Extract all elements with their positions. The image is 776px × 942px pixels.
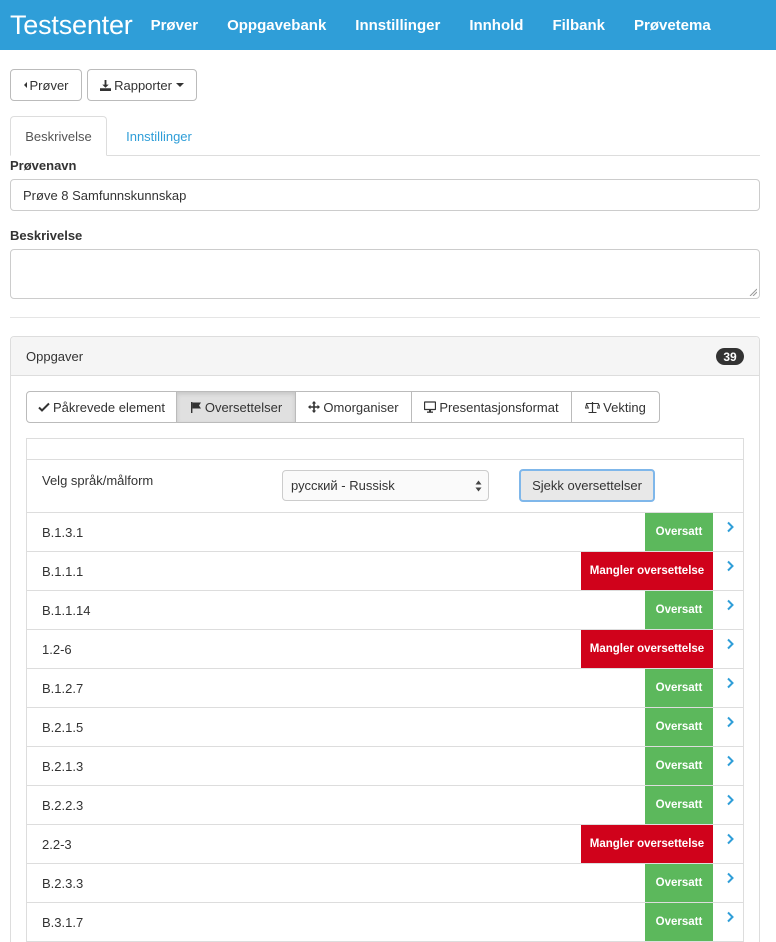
name-label: Prøvenavn: [10, 158, 77, 173]
table-row: B.2.2.3 Oversatt: [27, 786, 743, 825]
chevron-right-icon[interactable]: [725, 755, 735, 767]
status-badge-missing: Mangler oversettelse: [581, 825, 713, 863]
task-id: B.1.3.1: [42, 525, 84, 540]
nav-link-oppgavebank[interactable]: Oppgavebank: [227, 17, 326, 34]
chevron-right-icon[interactable]: [725, 599, 735, 611]
caret-left-icon: [23, 82, 27, 88]
table-row: 2.2-3 Mangler oversettelse: [27, 825, 743, 864]
caret-down-icon: [175, 83, 184, 87]
reorganize-button[interactable]: Omorganiser: [295, 391, 412, 423]
task-id: B.2.2.3: [42, 798, 84, 813]
status-badge-translated: Oversatt: [645, 513, 713, 551]
nav-link-innstillinger[interactable]: Innstillinger: [355, 17, 440, 34]
checkmark-icon: [38, 402, 50, 412]
status-badge-translated: Oversatt: [645, 747, 713, 785]
tab-beskrivelse[interactable]: Beskrivelse: [10, 116, 107, 156]
nav-link-prover[interactable]: Prøver: [151, 17, 199, 34]
scale-icon: [585, 402, 601, 413]
reports-button-label: Rapporter: [114, 77, 172, 93]
status-badge-translated: Oversatt: [645, 708, 713, 746]
reorganize-label: Omorganiser: [323, 399, 399, 415]
chevron-right-icon[interactable]: [725, 911, 735, 923]
required-elements-button[interactable]: Påkrevede element: [26, 391, 177, 423]
table-row: B.2.1.3 Oversatt: [27, 747, 743, 786]
navbar: Testsenter Prøver Oppgavebank Innstillin…: [0, 0, 776, 50]
tasks-panel-header: Oppgaver 39: [11, 337, 759, 376]
nav-links: Prøver Oppgavebank Innstillinger Innhold…: [151, 17, 740, 34]
nav-link-innhold[interactable]: Innhold: [469, 17, 523, 34]
table-header-row: [27, 439, 743, 460]
translations-table: Velg språk/målform русский - Russisk Sje…: [26, 438, 744, 942]
status-badge-translated: Oversatt: [645, 591, 713, 629]
task-id: B.1.1.1: [42, 564, 84, 579]
translations-button[interactable]: Oversettelser: [176, 391, 296, 423]
chevron-right-icon[interactable]: [725, 521, 735, 533]
table-row: B.1.1.14 Oversatt: [27, 591, 743, 630]
reports-dropdown-button[interactable]: Rapporter: [87, 69, 197, 101]
nav-link-filbank[interactable]: Filbank: [552, 17, 605, 34]
required-elements-label: Påkrevede element: [52, 399, 165, 415]
task-id: B.3.1.7: [42, 915, 84, 930]
status-badge-missing: Mangler oversettelse: [581, 552, 713, 590]
language-select[interactable]: русский - Russisk: [282, 470, 489, 501]
chevron-right-icon[interactable]: [725, 872, 735, 884]
chevron-right-icon[interactable]: [725, 794, 735, 806]
select-arrows-icon: [475, 480, 482, 492]
task-id: B.2.1.3: [42, 759, 84, 774]
chevron-right-icon[interactable]: [725, 716, 735, 728]
resize-handle-icon[interactable]: [749, 288, 757, 296]
nav-link-provetema[interactable]: Prøvetema: [634, 17, 711, 34]
status-badge-missing: Mangler oversettelse: [581, 630, 713, 668]
language-select-row: Velg språk/målform русский - Russisk Sje…: [27, 460, 743, 513]
panel-title: Oppgaver: [26, 349, 84, 364]
weighting-label: Vekting: [603, 399, 646, 415]
task-id: 2.2-3: [42, 837, 72, 852]
status-badge-translated: Oversatt: [645, 864, 713, 902]
back-to-prover-button[interactable]: Prøver: [10, 69, 82, 101]
task-id: B.1.2.7: [42, 681, 84, 696]
table-row: B.1.2.7 Oversatt: [27, 669, 743, 708]
test-name-input[interactable]: Prøve 8 Samfunnskunnskap: [10, 179, 760, 211]
check-translations-button[interactable]: Sjekk oversettelser: [519, 469, 655, 502]
language-label: Velg språk/målform: [42, 473, 154, 488]
chevron-right-icon[interactable]: [725, 833, 735, 845]
back-button-label: Prøver: [29, 77, 69, 93]
tab-innstillinger[interactable]: Innstillinger: [110, 116, 208, 156]
task-id: B.1.1.14: [42, 603, 91, 618]
chevron-right-icon[interactable]: [725, 638, 735, 650]
status-badge-translated: Oversatt: [645, 786, 713, 824]
section-divider: [10, 317, 760, 318]
translations-label: Oversettelser: [204, 399, 283, 415]
mode-button-group: Påkrevede element Oversettelser Omorgani…: [26, 391, 660, 423]
description-textarea[interactable]: [10, 249, 760, 299]
status-badge-translated: Oversatt: [645, 669, 713, 707]
download-icon: [100, 79, 112, 91]
brand-logo[interactable]: Testsenter: [10, 10, 133, 41]
chevron-right-icon[interactable]: [725, 560, 735, 572]
task-id: B.2.3.3: [42, 876, 84, 891]
table-row: B.2.3.3 Oversatt: [27, 864, 743, 903]
flag-icon: [190, 402, 201, 413]
task-id: B.2.1.5: [42, 720, 84, 735]
presentation-format-button[interactable]: Presentasjonsformat: [411, 391, 572, 423]
language-select-value: русский - Russisk: [291, 478, 395, 493]
table-row: 1.2-6 Mangler oversettelse: [27, 630, 743, 669]
table-row: B.3.1.7 Oversatt: [27, 903, 743, 942]
weighting-button[interactable]: Vekting: [571, 391, 660, 423]
monitor-icon: [424, 401, 437, 413]
presentation-format-label: Presentasjonsformat: [439, 399, 559, 415]
table-row: B.2.1.5 Oversatt: [27, 708, 743, 747]
chevron-right-icon[interactable]: [725, 677, 735, 689]
task-id: 1.2-6: [42, 642, 72, 657]
task-count-badge: 39: [716, 348, 744, 365]
table-row: B.1.3.1 Oversatt: [27, 513, 743, 552]
table-row: B.1.1.1 Mangler oversettelse: [27, 552, 743, 591]
description-label: Beskrivelse: [10, 228, 83, 243]
status-badge-translated: Oversatt: [645, 903, 713, 941]
task-rows: B.1.3.1 Oversatt B.1.1.1 Mangler oversettel…: [27, 513, 743, 942]
move-arrows-icon: [308, 401, 321, 413]
